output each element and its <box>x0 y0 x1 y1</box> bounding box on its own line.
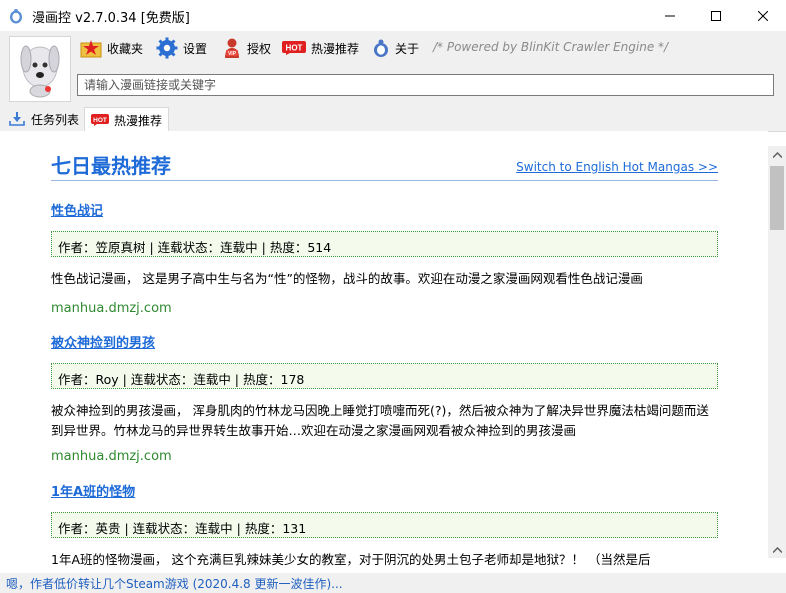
status-link[interactable]: 嗯，作者低价转让几个Steam游戏 (2020.4.8 更新一波佳作)... <box>6 575 343 592</box>
star-folder-icon <box>80 40 102 58</box>
license-button[interactable]: VIP 授权 <box>222 37 271 59</box>
tab-tasks[interactable]: 任务列表 <box>3 108 85 130</box>
tab-tasks-label: 任务列表 <box>31 112 80 127</box>
scroll-up-button[interactable] <box>768 146 786 163</box>
manga-info: 作者：英贵 | 连载状态：连载中 | 热度：131 <box>51 512 718 538</box>
manga-source: manhua.dmzj.com <box>51 301 172 316</box>
gear-icon <box>156 37 178 59</box>
about-label: 关于 <box>395 41 420 56</box>
chevron-up-icon <box>772 546 782 553</box>
minimize-icon <box>665 15 675 16</box>
settings-button[interactable]: 设置 <box>156 37 207 59</box>
app-icon <box>10 9 22 24</box>
hot-badge-icon: HOT <box>91 114 109 126</box>
app-logo <box>9 36 71 102</box>
scrollbar-thumb[interactable] <box>770 166 784 230</box>
hot-badge-icon: HOT <box>282 41 306 55</box>
page-title: 七日最热推荐 <box>51 154 171 178</box>
favorites-label: 收藏夹 <box>107 41 144 56</box>
search-input[interactable] <box>77 74 774 96</box>
hot-button[interactable]: HOT 热漫推荐 <box>282 37 359 59</box>
about-icon <box>374 39 388 57</box>
tab-hot[interactable]: HOT 热漫推荐 <box>84 107 170 132</box>
close-icon <box>758 10 768 21</box>
download-icon <box>9 112 25 126</box>
manga-info: 作者：Roy | 连载状态：连载中 | 热度：178 <box>51 363 718 389</box>
heading-divider <box>51 180 718 181</box>
maximize-icon <box>711 10 721 21</box>
mascot-icon <box>20 45 60 98</box>
manga-item: 性色战记 作者：笠原真树 | 连载状态：连载中 | 热度：514 性色战记漫画，… <box>51 200 718 316</box>
settings-label: 设置 <box>183 41 208 56</box>
chevron-up-icon <box>772 151 782 158</box>
window-title: 漫画控 v2.7.0.34 [免费版] <box>32 11 190 26</box>
switch-language-link[interactable]: Switch to English Hot Mangas >> <box>516 160 718 174</box>
minimize-button[interactable] <box>647 0 693 31</box>
license-label: 授权 <box>247 41 272 56</box>
svg-text:VIP: VIP <box>228 51 237 57</box>
svg-text:HOT: HOT <box>93 117 107 124</box>
manga-description: 1年A班的怪物漫画， 这个充满巨乳辣妹美少女的教室，对于阴沉的处男土包子老师却是… <box>51 552 651 567</box>
manga-item: 1年A班的怪物 作者：英贵 | 连载状态：连载中 | 热度：131 1年A班的怪… <box>51 481 718 570</box>
manga-description: 性色战记漫画， 这是男子高中生与名为“性”的怪物，战斗的故事。欢迎在动漫之家漫画… <box>51 271 643 286</box>
svg-text:HOT: HOT <box>286 44 303 53</box>
manga-item: 被众神捡到的男孩 作者：Roy | 连载状态：连载中 | 热度：178 被众神捡… <box>51 332 718 464</box>
status-bar: 嗯，作者低价转让几个Steam游戏 (2020.4.8 更新一波佳作)... <box>0 573 786 593</box>
hot-label: 热漫推荐 <box>311 41 360 56</box>
about-button[interactable]: 关于 <box>372 37 419 59</box>
favorites-button[interactable]: 收藏夹 <box>80 37 143 59</box>
manga-title-link[interactable]: 性色战记 <box>51 204 103 219</box>
manga-source: manhua.dmzj.com <box>51 449 172 464</box>
manga-description: 被众神捡到的男孩漫画， 浑身肌肉的竹林龙马因晚上睡觉打喷嚏而死(?)，然后被众神… <box>51 403 709 438</box>
close-button[interactable] <box>740 0 786 31</box>
manga-info: 作者：笠原真树 | 连载状态：连载中 | 热度：514 <box>51 231 718 257</box>
vip-icon: VIP <box>225 38 239 58</box>
title-bar: 漫画控 v2.7.0.34 [免费版] <box>0 0 786 31</box>
manga-title-link[interactable]: 1年A班的怪物 <box>51 485 135 500</box>
tab-hot-label: 热漫推荐 <box>114 113 163 128</box>
scroll-down-button[interactable] <box>768 541 786 558</box>
manga-title-link[interactable]: 被众神捡到的男孩 <box>51 336 155 351</box>
powered-by-text: /* Powered by BlinKit Crawler Engine */ <box>433 40 669 54</box>
maximize-button[interactable] <box>693 0 739 31</box>
